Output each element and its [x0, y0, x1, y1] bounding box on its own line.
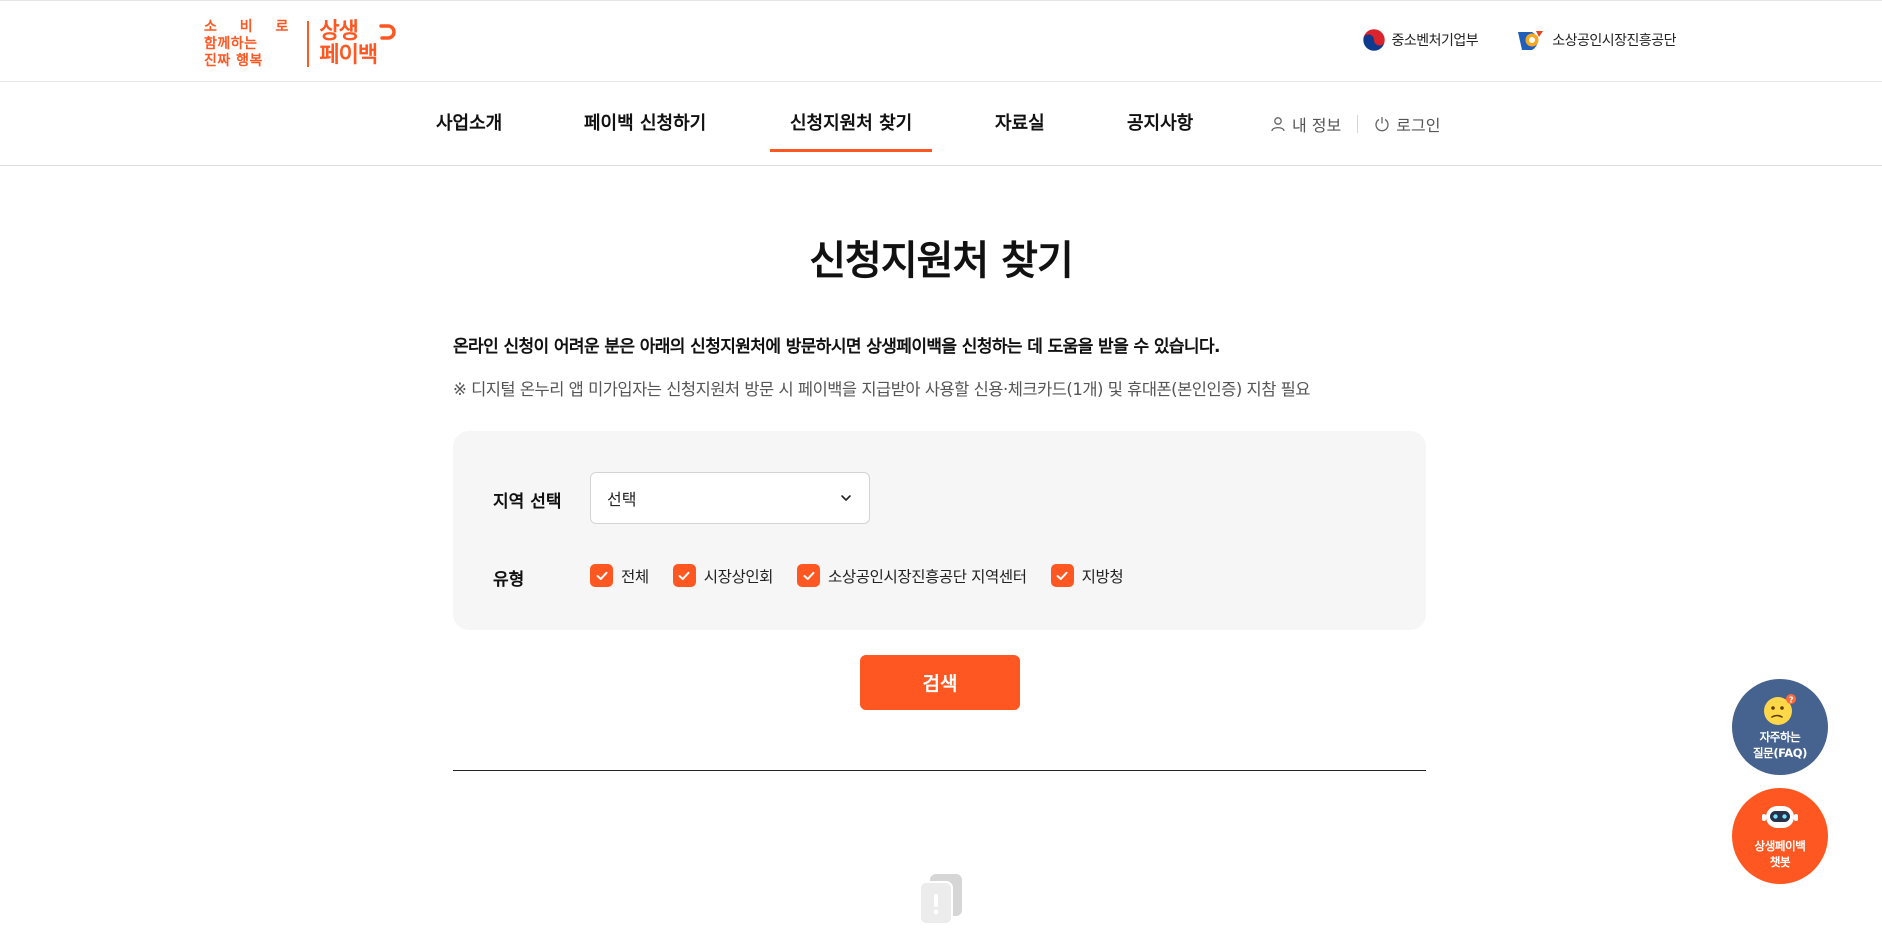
logo-brand-line: 상생	[319, 19, 358, 44]
logo-slogan-line: 진짜 행복	[204, 52, 263, 69]
nav-item-support-center[interactable]: 신청지원처 찾기	[769, 82, 933, 166]
site-logo[interactable]: 소 비 로 함께하는 진짜 행복 상생 페이백	[204, 17, 396, 71]
page: 소 비 로 함께하는 진짜 행복 상생 페이백 중소벤처기업부 소상공인시장진흥…	[0, 0, 1882, 943]
chatbot-label-line: 상생페이백	[1754, 839, 1806, 853]
logo-arrow-icon	[379, 24, 396, 40]
chatbot-floating-button[interactable]: 상생페이백 챗봇	[1732, 788, 1828, 884]
faq-label-line: 질문(FAQ)	[1752, 746, 1808, 760]
chevron-down-icon	[841, 495, 851, 501]
util-divider	[1357, 115, 1359, 133]
my-info-link[interactable]: 내 정보	[1270, 112, 1341, 136]
util-links: 내 정보 로그인	[1270, 82, 1440, 166]
chatbot-label-line: 챗봇	[1769, 855, 1791, 869]
checkbox-checked-icon[interactable]	[797, 564, 821, 587]
type-checkbox-group: 전체 시장상인회 소상공인시장진흥공단 지역센터 지방청	[590, 564, 1147, 587]
checkbox-checked-icon[interactable]	[590, 564, 613, 587]
partner-mss[interactable]: 중소벤처기업부	[1362, 28, 1479, 52]
faq-label-line: 자주하는	[1759, 730, 1801, 744]
region-select[interactable]: 선택	[590, 472, 870, 524]
my-info-label: 내 정보	[1292, 116, 1342, 135]
type-checkbox-semas-center[interactable]: 소상공인시장진흥공단 지역센터	[797, 564, 1027, 587]
login-label: 로그인	[1396, 116, 1441, 135]
type-checkbox-market-association[interactable]: 시장상인회	[672, 564, 774, 587]
logo-slogan-line: 함께하는	[204, 35, 258, 52]
nav-item-payback-apply[interactable]: 페이백 신청하기	[584, 82, 706, 166]
region-label: 지역 선택	[493, 492, 562, 512]
result-divider	[453, 770, 1426, 771]
partner-name: 소상공인시장진흥공단	[1552, 33, 1676, 49]
top-header: 소 비 로 함께하는 진짜 행복 상생 페이백 중소벤처기업부 소상공인시장진흥…	[0, 0, 1882, 82]
empty-result-icon	[919, 874, 962, 925]
logo-divider	[307, 21, 310, 67]
nav-item-business-intro[interactable]: 사업소개	[436, 82, 502, 166]
filter-panel: 지역 선택 선택 유형 전체 시장상인회 소상공인시장진흥공단 지역센터 지방청	[453, 431, 1426, 630]
nav-item-notice[interactable]: 공지사항	[1127, 82, 1193, 166]
partner-logos: 중소벤처기업부 소상공인시장진흥공단	[1362, 28, 1676, 52]
checkbox-label: 지방청	[1081, 567, 1124, 586]
checkbox-label: 소상공인시장진흥공단 지역센터	[828, 567, 1027, 586]
partner-name: 중소벤처기업부	[1391, 33, 1479, 49]
thinking-face-icon: ?	[1764, 694, 1796, 725]
type-checkbox-regional-office[interactable]: 지방청	[1050, 564, 1124, 587]
faq-floating-button[interactable]: ? 자주하는 질문(FAQ)	[1732, 679, 1828, 775]
page-title: 신청지원처 찾기	[809, 238, 1074, 284]
checkbox-label: 시장상인회	[703, 567, 774, 586]
robot-icon	[1762, 806, 1798, 828]
search-button[interactable]: 검색	[860, 655, 1020, 710]
page-note: ※ 디지털 온누리 앱 미가입자는 신청지원처 방문 시 페이백을 지급받아 사…	[453, 380, 1311, 399]
power-icon	[1375, 117, 1389, 132]
logo-brand: 상생 페이백	[319, 19, 396, 68]
logo-brand-line: 페이백	[319, 43, 378, 68]
taegeuk-emblem-icon	[1362, 28, 1385, 52]
type-label: 유형	[493, 570, 525, 590]
checkbox-label: 전체	[621, 567, 649, 586]
type-checkbox-all[interactable]: 전체	[590, 564, 649, 587]
page-description: 온라인 신청이 어려운 분은 아래의 신청지원처에 방문하시면 상생페이백을 신…	[453, 337, 1220, 357]
login-link[interactable]: 로그인	[1374, 112, 1440, 136]
logo-slogan: 소 비 로 함께하는 진짜 행복	[204, 19, 297, 70]
logo-slogan-line: 소 비 로	[204, 18, 298, 35]
partner-semas[interactable]: 소상공인시장진흥공단	[1516, 28, 1676, 52]
user-icon	[1271, 117, 1285, 132]
checkbox-checked-icon[interactable]	[672, 564, 696, 587]
semas-logo-icon	[1518, 31, 1544, 50]
main-navigation: 사업소개 페이백 신청하기 신청지원처 찾기 자료실 공지사항 내 정보 로그인	[0, 82, 1882, 166]
nav-item-archive[interactable]: 자료실	[995, 82, 1045, 166]
checkbox-checked-icon[interactable]	[1050, 564, 1074, 587]
region-select-value: 선택	[607, 490, 637, 509]
